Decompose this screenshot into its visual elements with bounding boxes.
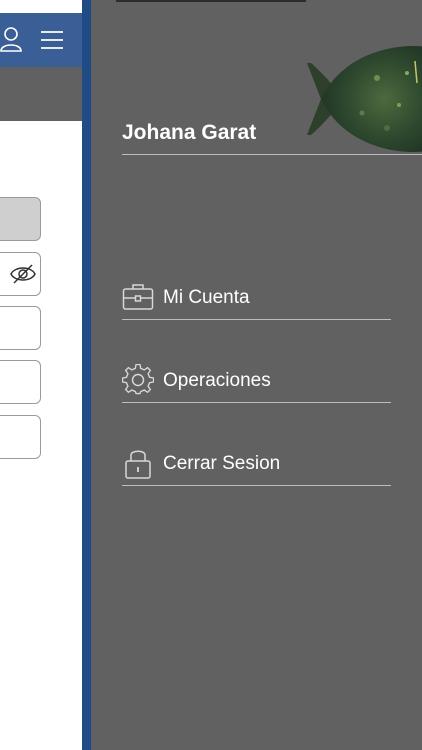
hamburger-menu-icon[interactable] — [40, 30, 64, 55]
password-field[interactable] — [0, 252, 41, 296]
drawer-top-bar — [116, 0, 306, 2]
menu-item-mi-cuenta[interactable]: Mi Cuenta — [122, 281, 391, 321]
menu-divider — [122, 485, 391, 486]
briefcase-icon — [122, 281, 154, 313]
background-app — [0, 0, 86, 750]
hide-password-icon[interactable] — [10, 263, 36, 290]
form-field[interactable] — [0, 360, 41, 404]
profile-fish-image — [307, 43, 422, 155]
profile-divider — [122, 154, 422, 155]
menu-divider — [122, 402, 391, 403]
form-field[interactable] — [0, 415, 41, 459]
side-drawer: Johana Garat Mi Cuenta Operaciones Cerra… — [91, 0, 422, 750]
menu-divider — [122, 319, 391, 320]
menu-item-cerrar-sesion[interactable]: Cerrar Sesion — [122, 447, 391, 487]
user-icon[interactable] — [0, 26, 22, 57]
screen: Johana Garat Mi Cuenta Operaciones Cerra… — [0, 0, 422, 750]
drawer-edge — [82, 0, 91, 750]
menu-item-operaciones[interactable]: Operaciones — [121, 363, 391, 404]
menu-item-label: Operaciones — [163, 370, 271, 391]
app-header — [0, 13, 86, 67]
app-subheader — [0, 67, 86, 121]
menu-item-label: Cerrar Sesion — [163, 453, 281, 474]
form-field-filled[interactable] — [0, 197, 41, 241]
menu-item-label: Mi Cuenta — [163, 287, 250, 308]
user-name: Johana Garat — [122, 121, 257, 144]
lock-icon — [122, 447, 154, 479]
gear-icon — [121, 363, 155, 396]
form-field[interactable] — [0, 306, 41, 350]
